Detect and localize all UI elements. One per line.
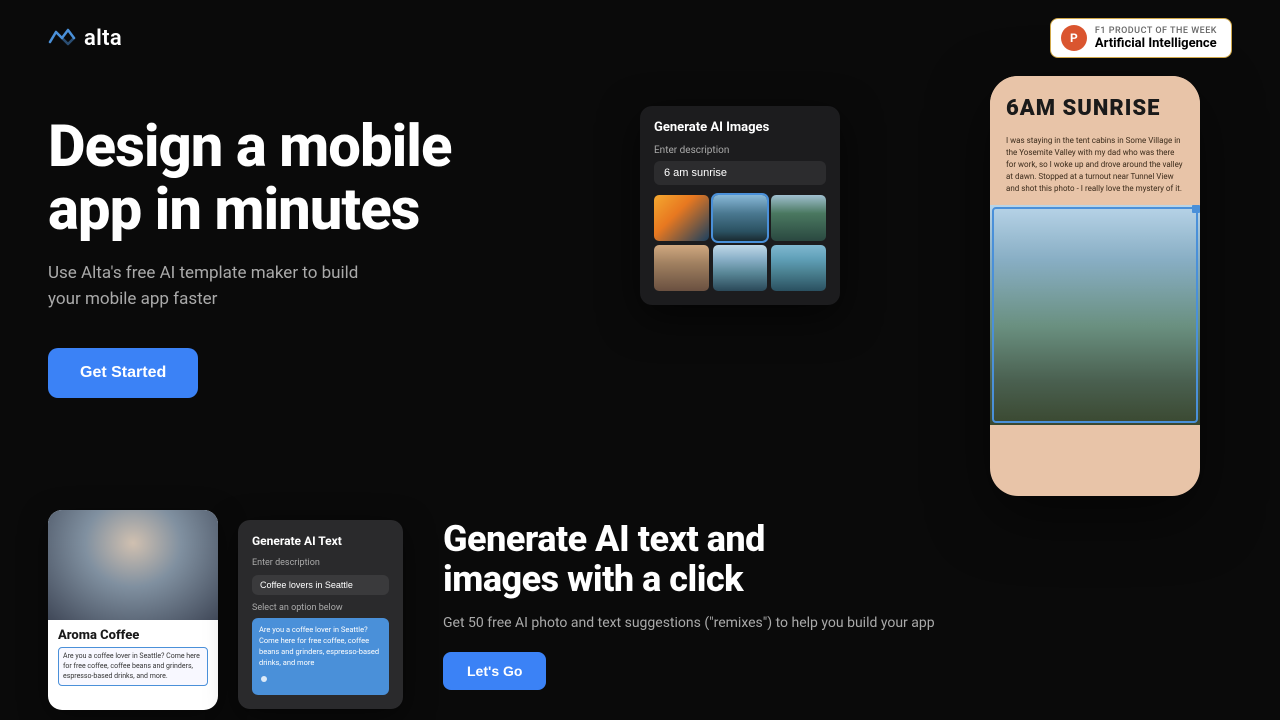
- hero-right: Generate AI Images Enter description 6AM…: [580, 56, 1280, 556]
- ai-text-popup-title: Generate AI Text: [252, 534, 389, 548]
- app-mock-image: [990, 205, 1200, 425]
- hero-headline: Design a mobile app in minutes: [48, 116, 568, 241]
- ai-images-popup-title: Generate AI Images: [654, 120, 826, 135]
- producthunt-icon: P: [1061, 25, 1087, 51]
- text-result: Are you a coffee lover in Seattle? Come …: [259, 625, 382, 669]
- hero-section: Design a mobile app in minutes Use Alta'…: [0, 76, 1280, 398]
- select-option-label: Select an option below: [252, 603, 389, 613]
- ph-text-area: F1 PRODUCT OF THE WEEK Artificial Intell…: [1095, 26, 1217, 51]
- corner-handle-top-right[interactable]: [1192, 205, 1200, 213]
- ai-text-input-label: Enter description: [252, 558, 389, 568]
- lets-go-button[interactable]: Let's Go: [443, 652, 546, 690]
- ai-text-popup: Generate AI Text Enter description Selec…: [238, 520, 403, 709]
- thumb-canyon[interactable]: [771, 245, 826, 291]
- hero-headline-line1: Design a mobile: [48, 113, 451, 181]
- ai-images-popup: Generate AI Images Enter description: [640, 106, 840, 305]
- hero-subtext: Use Alta's free AI template maker to bui…: [48, 261, 388, 312]
- coffee-img-overlay: [48, 510, 218, 620]
- ph-title: Artificial Intelligence: [1095, 36, 1217, 51]
- coffee-desc-box: Are you a coffee lover in Seattle? Come …: [58, 647, 208, 686]
- app-mock-title: 6AM SUNRISE: [1006, 96, 1184, 121]
- ai-images-input-label: Enter description: [654, 145, 826, 156]
- right-cta-subtext: Get 50 free AI photo and text suggestion…: [443, 613, 1232, 634]
- ai-images-input[interactable]: [654, 161, 826, 185]
- thumb-sunrise[interactable]: [654, 195, 709, 241]
- coffee-shop-name: Aroma Coffee: [58, 628, 208, 643]
- logo-area[interactable]: alta: [48, 26, 122, 51]
- cursor-indicator: [261, 676, 267, 682]
- coffee-card-body: Aroma Coffee Are you a coffee lover in S…: [48, 620, 218, 694]
- bottom-section: Aroma Coffee Are you a coffee lover in S…: [0, 510, 1280, 720]
- hero-left: Design a mobile app in minutes Use Alta'…: [48, 96, 568, 398]
- hero-headline-line2: app in minutes: [48, 176, 419, 244]
- app-mock-body: I was staying in the tent cabins in Some…: [990, 135, 1200, 205]
- thumb-lake[interactable]: [654, 245, 709, 291]
- right-cta: Generate AI text and images with a click…: [443, 510, 1232, 690]
- ph-label: F1 PRODUCT OF THE WEEK: [1095, 26, 1217, 36]
- thumb-mountain[interactable]: [713, 195, 768, 241]
- product-hunt-badge[interactable]: P F1 PRODUCT OF THE WEEK Artificial Inte…: [1050, 18, 1232, 58]
- right-cta-headline: Generate AI text and images with a click: [443, 520, 1232, 599]
- thumb-valley[interactable]: [713, 245, 768, 291]
- right-cta-line1: Generate AI text and: [443, 518, 765, 560]
- get-started-button[interactable]: Get Started: [48, 348, 198, 398]
- thumb-forest[interactable]: [771, 195, 826, 241]
- navbar: alta P F1 PRODUCT OF THE WEEK Artificial…: [0, 0, 1280, 76]
- coffee-desc-text: Are you a coffee lover in Seattle? Come …: [63, 652, 203, 681]
- right-cta-line2: images with a click: [443, 558, 743, 600]
- alta-logo-icon: [48, 28, 76, 48]
- logo-text: alta: [84, 26, 122, 51]
- ai-text-input[interactable]: [252, 575, 389, 595]
- text-result-box[interactable]: Are you a coffee lover in Seattle? Come …: [252, 618, 389, 695]
- landscape-graphic: [990, 205, 1200, 425]
- mobile-app-mock: 6AM SUNRISE I was staying in the tent ca…: [990, 76, 1200, 496]
- ai-images-grid: [654, 195, 826, 291]
- coffee-card-image: [48, 510, 218, 620]
- app-header: 6AM SUNRISE: [990, 76, 1200, 135]
- coffee-app-card: Aroma Coffee Are you a coffee lover in S…: [48, 510, 218, 710]
